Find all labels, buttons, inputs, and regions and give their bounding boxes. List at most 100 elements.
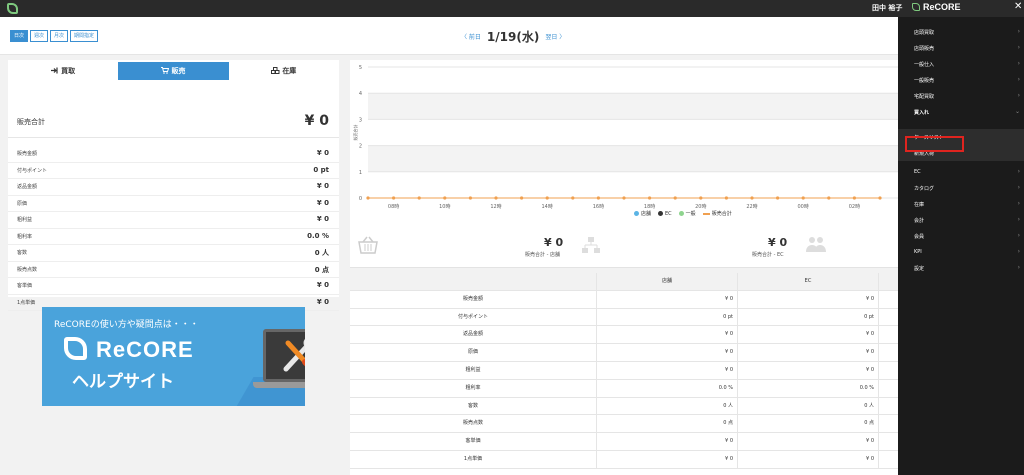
legend-item[interactable]: 一般 (678, 210, 696, 217)
chart-band (368, 145, 898, 172)
legend-swatch (678, 211, 684, 216)
logo-icon[interactable] (7, 3, 18, 14)
sidebar-item[interactable]: 設定 › (898, 261, 1024, 277)
series-point (878, 196, 882, 200)
table-row: 原価 ¥ 0 ¥ 0 (350, 344, 898, 362)
people-icon (806, 237, 826, 252)
sidebar-item-label: 宅配買取 (914, 94, 935, 100)
range-selector: 日次 週次 月次 期間指定 (10, 30, 100, 42)
sales-total-value: ¥ 0 (304, 113, 329, 129)
series-point (545, 196, 549, 200)
row-value: ¥ 0 (738, 362, 879, 380)
sidebar-item-label: カタログ (914, 186, 935, 192)
x-tick-label: 14時 (542, 204, 553, 210)
series-point (443, 196, 447, 200)
table-row: 販売点数 0 点0 点 (350, 415, 898, 434)
sidebar-item-label: 店頭販売 (914, 46, 935, 52)
help-site-banner[interactable]: ReCOREの使い方や疑問点は・・・ ReCORE ヘルプサイト (42, 307, 305, 406)
row-label: 販売点数 (350, 415, 597, 434)
sidebar-item[interactable]: 一般仕入 › (898, 57, 1024, 73)
sidebar-item-label: KPI (914, 249, 922, 255)
tools-icon (283, 338, 305, 372)
range-monthly-button[interactable]: 月次 (50, 30, 69, 42)
y-axis-label: 販売合計 (352, 125, 358, 141)
store-sales-value: ¥ 0 (544, 236, 564, 249)
row-value: ¥ 0 (738, 290, 879, 309)
table-row: 1点単価 ¥ 0 ¥ 0 (350, 451, 898, 469)
recore-mark-icon (912, 3, 920, 11)
next-day-link[interactable]: 翌日 〉 (545, 32, 565, 41)
legend-label: EC (665, 210, 672, 217)
brand-logo[interactable]: ReCORE (912, 2, 961, 12)
legend-label: 販売合計 (711, 211, 732, 217)
row-value: ¥ 0 (738, 433, 879, 451)
sidebar-item[interactable]: カタログ › (898, 181, 1024, 197)
sidebar-item[interactable]: 買入れ ⌄ (898, 105, 1024, 121)
series-point (392, 196, 396, 200)
tab-purchase[interactable]: 買取 (8, 62, 118, 80)
banner-brand: ReCORE (96, 337, 194, 362)
row-value: ¥ 0 (597, 451, 738, 469)
table-row: 客単価 ¥ 0 ¥ 0 (350, 433, 898, 451)
legend-label: 一般 (685, 211, 696, 217)
metric-row: 返品金額 ¥ 0 (8, 179, 339, 196)
range-custom-button[interactable]: 期間指定 (70, 30, 99, 42)
chevron-icon: › (1017, 200, 1020, 207)
row-value: 0.0 % (597, 379, 738, 398)
range-daily-button[interactable]: 日次 (10, 30, 29, 42)
prev-day-link[interactable]: 〈 前日 (461, 32, 481, 41)
y-tick-label: 2 (359, 144, 362, 150)
sidebar-item[interactable]: 一般販売 › (898, 73, 1024, 89)
metric-label: 粗利益 (17, 217, 33, 223)
row-value: ¥ 0 (597, 290, 738, 309)
row-label: 付与ポイント (350, 308, 597, 327)
metric-row: 原価 ¥ 0 (8, 196, 339, 212)
metric-value: ¥ 0 (316, 281, 329, 289)
user-name[interactable]: 田中 裕子 (872, 3, 902, 13)
x-tick-label: 22時 (746, 204, 757, 210)
chevron-icon: › (1017, 92, 1020, 99)
legend-item[interactable]: 販売合計 (702, 210, 732, 217)
sidebar-item[interactable]: 会員 › (898, 229, 1024, 245)
ec-sales-label: 販売合計 - EC (752, 252, 784, 258)
y-tick-label: 0 (359, 196, 362, 202)
sidebar-item[interactable]: EC › (898, 165, 1024, 181)
sidebar-item-label: 店頭買取 (914, 30, 935, 36)
sidebar-item[interactable]: 宅配買取 › (898, 89, 1024, 105)
tab-inventory[interactable]: 在庫 (229, 62, 339, 80)
metric-label: 1点単価 (17, 299, 36, 306)
metric-value: ¥ 0 (316, 198, 329, 207)
channel-summary: ¥ 0 販売合計 - 店舗 ¥ 0 販売合計 - EC (350, 225, 898, 268)
legend-item[interactable]: 店舗 (634, 210, 651, 217)
row-value: ¥ 0 (597, 362, 738, 380)
x-tick-label: 02時 (849, 204, 860, 210)
sidebar-item[interactable]: 店頭販売 › (898, 41, 1024, 57)
metric-label: 付与ポイント (17, 167, 48, 174)
metric-row: 販売金額 ¥ 0 (8, 146, 339, 163)
metric-row: 客数 0 人 (8, 245, 339, 262)
series-point (417, 196, 421, 200)
sidebar-item[interactable]: 在庫 › (898, 197, 1024, 213)
legend-swatch (658, 211, 664, 216)
sidebar-item[interactable]: KPI › (898, 245, 1024, 261)
close-icon[interactable]: ✕ (1014, 1, 1022, 12)
sidebar-item[interactable]: 店頭買取 › (898, 25, 1024, 41)
series-point (622, 196, 626, 200)
cart-icon (161, 67, 170, 74)
table-row: 粗利益 ¥ 0 ¥ 0 (350, 362, 898, 380)
range-weekly-button[interactable]: 週次 (30, 30, 49, 42)
banner-subtitle: ヘルプサイト (72, 372, 174, 392)
row-value: 0 点 (597, 415, 738, 434)
x-tick-label: 16時 (593, 204, 604, 210)
tab-sales[interactable]: 販売 (118, 62, 229, 80)
row-value: ¥ 0 (738, 451, 879, 469)
sidebar-item[interactable]: 会計 › (898, 213, 1024, 229)
legend-item[interactable]: EC (658, 210, 672, 217)
chart-svg: 012345販売合計08時 10時 12時 14時 16時 18時 20時 22時 00時 02時 (352, 65, 898, 210)
chevron-icon: › (1017, 264, 1020, 271)
x-tick-label: 00時 (798, 204, 809, 210)
table-row: 客数 0 人0 人 (350, 397, 898, 416)
y-tick-label: 4 (359, 91, 362, 97)
ec-sales-value: ¥ 0 (768, 236, 788, 249)
sales-total-row: 販売合計 ¥ 0 (8, 80, 339, 138)
